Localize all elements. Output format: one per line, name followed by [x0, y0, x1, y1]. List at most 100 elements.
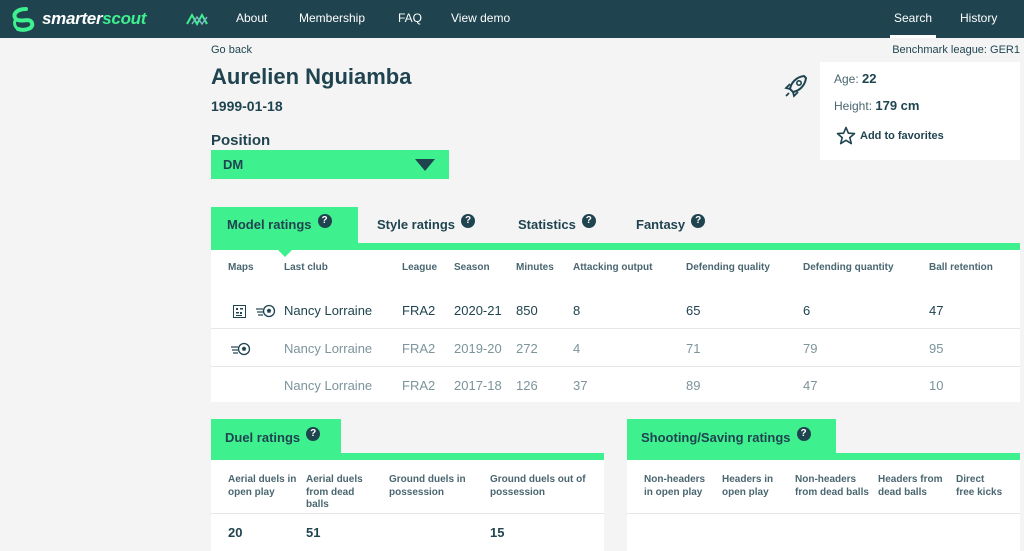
logo[interactable]: smarterscout: [8, 5, 146, 33]
add-to-favorites-button[interactable]: Add to favorites: [836, 126, 944, 146]
shooting-ratings-underline: [627, 453, 1020, 460]
tab-label: Style ratings: [377, 217, 456, 232]
nav-faq[interactable]: FAQ: [398, 11, 422, 25]
rocket-icon[interactable]: [782, 72, 810, 100]
column-header-aerial-open[interactable]: Aerial duels in open play: [228, 474, 300, 499]
column-header-defending-quantity[interactable]: Defending quantity: [803, 262, 894, 273]
star-icon: [836, 126, 856, 145]
column-header-last-club[interactable]: Last club: [284, 262, 328, 273]
last-club: Nancy Lorraine: [284, 303, 373, 318]
duel-ratings-underline: [211, 453, 604, 460]
column-header-maps[interactable]: Maps: [228, 262, 254, 273]
logo-text-part2: scout: [102, 9, 147, 28]
duel-ratings-title: Duel ratings: [225, 430, 301, 445]
tab-label: Fantasy: [636, 217, 686, 232]
ball-retention: 47: [929, 303, 944, 318]
attacking-output: 37: [573, 378, 588, 393]
nav-membership[interactable]: Membership: [299, 11, 365, 25]
table-row[interactable]: Nancy Lorraine FRA2 2020-21 850 8 65 6 4…: [211, 291, 1020, 329]
defending-quality: 65: [686, 303, 701, 318]
defending-quantity: 79: [803, 341, 818, 356]
defending-quantity: 6: [803, 303, 811, 318]
row-divider: [211, 513, 604, 514]
nav-view-demo[interactable]: View demo: [451, 11, 510, 25]
ball-movement-icon[interactable]: [231, 342, 251, 356]
season: 2017-18: [454, 378, 502, 393]
column-header-headers-open[interactable]: Headers in open play: [722, 474, 788, 499]
row-divider: [627, 513, 1020, 514]
defending-quantity: 47: [803, 378, 818, 393]
position-label: Position: [211, 132, 271, 149]
season: 2019-20: [454, 341, 502, 356]
attacking-output: 4: [573, 341, 581, 356]
help-icon[interactable]: ?: [461, 214, 476, 228]
tab-label: Statistics: [518, 217, 576, 232]
height-value: 179 cm: [875, 98, 920, 113]
player-dob: 1999-01-18: [211, 98, 283, 114]
tab-statistics[interactable]: Statistics?: [502, 207, 596, 243]
age-label: Age:: [834, 72, 859, 86]
height-row: Height: 179 cm: [834, 98, 919, 113]
heatmap-icon[interactable]: [233, 305, 246, 318]
column-header-direct-free-kicks[interactable]: Direct free kicks: [956, 474, 1004, 499]
shooting-ratings-table: Non-headers in open play Headers in open…: [627, 460, 1020, 551]
active-tab-pointer: [278, 250, 292, 257]
ball-retention: 95: [929, 341, 944, 356]
league: FRA2: [402, 378, 436, 393]
height-label: Height:: [834, 99, 873, 113]
minutes: 126: [516, 378, 538, 393]
tab-fantasy[interactable]: Fantasy?: [620, 207, 706, 243]
age-row: Age: 22: [834, 71, 877, 86]
column-header-defending-quality[interactable]: Defending quality: [686, 262, 770, 273]
league: FRA2: [402, 341, 436, 356]
top-navbar: smarterscout About Membership FAQ View d…: [0, 0, 1024, 38]
column-header-season[interactable]: Season: [454, 262, 490, 273]
column-header-non-headers-dead[interactable]: Non-headers from dead balls: [795, 474, 871, 499]
column-header-non-headers-open[interactable]: Non-headers in open play: [644, 474, 706, 499]
player-info-card: Age: 22 Height: 179 cm Add to favorites: [820, 62, 1020, 160]
column-header-ground-in[interactable]: Ground duels in possession: [389, 474, 484, 499]
wave-icon[interactable]: [186, 12, 210, 26]
table-row[interactable]: Nancy Lorraine FRA2 2017-18 126 37 89 47…: [211, 366, 1020, 404]
minutes: 272: [516, 341, 538, 356]
last-club: Nancy Lorraine: [284, 378, 373, 393]
position-dropdown[interactable]: DM: [211, 150, 449, 179]
help-icon[interactable]: ?: [691, 214, 706, 228]
minutes: 850: [516, 303, 538, 318]
nav-history[interactable]: History: [960, 11, 997, 25]
column-header-headers-dead[interactable]: Headers from dead balls: [878, 474, 944, 499]
help-icon[interactable]: ?: [306, 427, 321, 441]
caret-down-icon: [415, 159, 435, 171]
tab-label: Model ratings: [227, 217, 312, 232]
ground-out-value: 15: [490, 525, 505, 540]
column-header-minutes[interactable]: Minutes: [516, 262, 554, 273]
league: FRA2: [402, 303, 436, 318]
column-header-attacking-output[interactable]: Attacking output: [573, 262, 652, 273]
logo-icon: [12, 7, 35, 32]
player-name: Aurelien Nguiamba: [211, 64, 412, 89]
help-icon[interactable]: ?: [581, 214, 596, 228]
age-value: 22: [862, 71, 877, 86]
ball-movement-icon[interactable]: [256, 304, 276, 318]
go-back-link[interactable]: Go back: [211, 44, 252, 56]
favorites-label: Add to favorites: [860, 130, 944, 142]
tab-style-ratings[interactable]: Style ratings?: [361, 207, 476, 243]
column-header-aerial-dead[interactable]: Aerial duels from dead balls: [306, 474, 378, 512]
benchmark-league: Benchmark league: GER1: [892, 44, 1020, 56]
shooting-ratings-title: Shooting/Saving ratings: [641, 430, 791, 445]
defending-quality: 89: [686, 378, 701, 393]
defending-quality: 71: [686, 341, 701, 356]
aerial-open-value: 20: [228, 525, 243, 540]
logo-text-part1: smarter: [42, 9, 103, 28]
table-row[interactable]: Nancy Lorraine FRA2 2019-20 272 4 71 79 …: [211, 329, 1020, 367]
logo-text: smarterscout: [42, 9, 146, 29]
column-header-ball-retention[interactable]: Ball retention: [929, 262, 993, 273]
position-selected-value: DM: [223, 157, 244, 172]
column-header-league[interactable]: League: [402, 262, 437, 273]
help-icon[interactable]: ?: [796, 427, 811, 441]
duel-ratings-header: Duel ratings?: [211, 419, 341, 455]
nav-about[interactable]: About: [236, 11, 267, 25]
column-header-ground-out[interactable]: Ground duels out of possession: [490, 474, 600, 499]
help-icon[interactable]: ?: [317, 214, 332, 228]
nav-search[interactable]: Search: [889, 11, 937, 38]
